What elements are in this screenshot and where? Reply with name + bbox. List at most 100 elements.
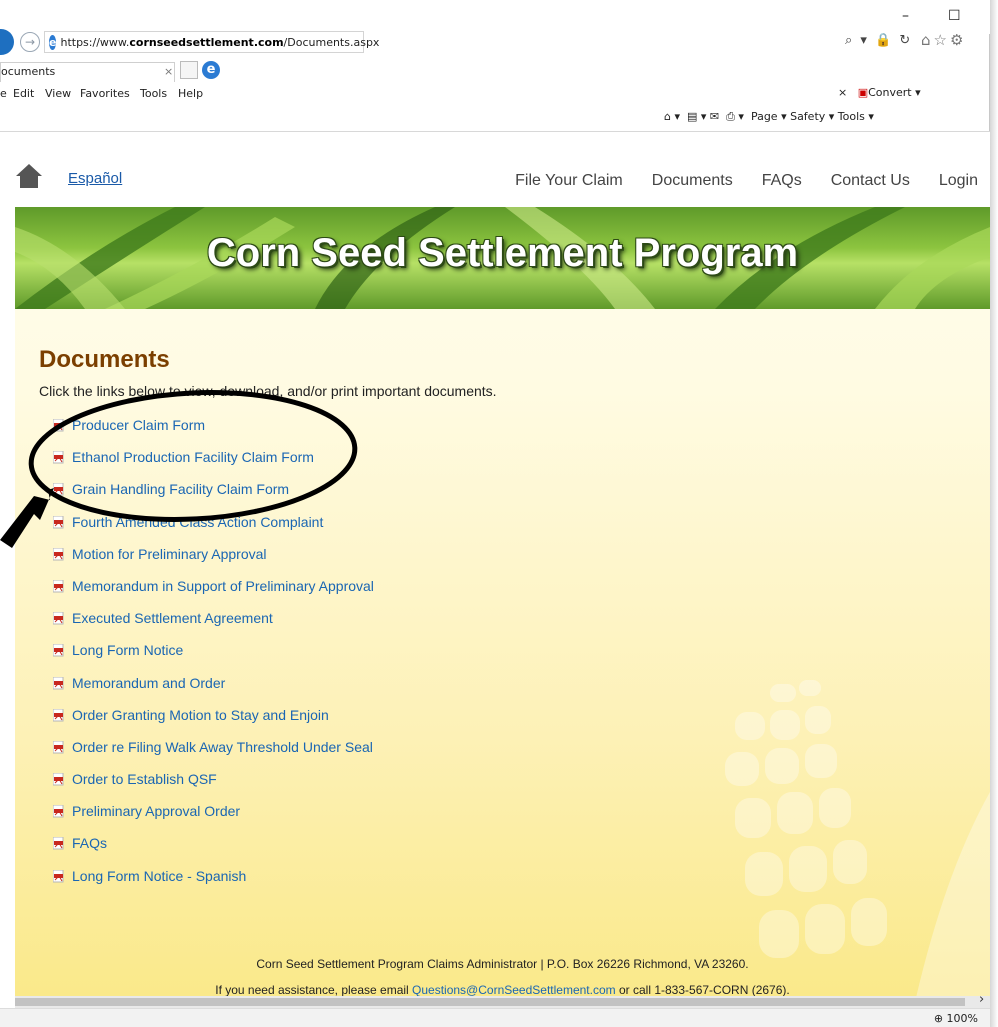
hero-banner: Corn Seed Settlement Program [15,207,990,309]
page-title: Documents [39,346,170,373]
nav-faqs[interactable]: FAQs [762,172,802,190]
pdf-icon [53,547,64,561]
footer-contact-suffix: or call 1-833-567-CORN (2676). [615,983,790,996]
document-link[interactable]: Grain Handling Facility Claim Form [72,481,289,497]
document-link[interactable]: Motion for Preliminary Approval [72,546,267,562]
document-list-item: Long Form Notice - Spanish [39,868,939,900]
pdf-icon [53,515,64,529]
menu-edit[interactable]: Edit [13,87,34,100]
command-bar-items[interactable]: ⌂ ▾ ▤ ▾ ✉ ⎙ ▾ Page ▾ Safety ▾ Tools ▾ [664,110,874,124]
footer-contact: If you need assistance, please email Que… [15,983,990,996]
tab-close-icon[interactable]: × [164,63,173,81]
document-list-item: Long Form Notice [39,642,939,674]
document-list-item: Preliminary Approval Order [39,803,939,835]
document-link[interactable]: Ethanol Production Facility Claim Form [72,449,314,465]
convert-label[interactable]: Convert [868,86,912,99]
intro-text: Click the links below to view, download,… [39,383,497,399]
document-link[interactable]: Fourth Amended Class Action Complaint [72,514,323,530]
document-list-item: Ethanol Production Facility Claim Form [39,449,939,481]
window-shadow [990,0,998,1027]
zoom-value: 100% [946,1012,978,1025]
forward-button[interactable]: → [20,32,40,52]
zoom-level[interactable]: ⊕ 100% [934,1012,978,1025]
document-list-item: Grain Handling Facility Claim Form [39,481,939,513]
site-header: Español File Your Claim Documents FAQs C… [15,132,990,207]
pdf-icon [53,837,64,850]
document-link[interactable]: Executed Settlement Agreement [72,610,273,626]
pdf-icon [53,483,64,496]
document-list-item: Order to Establish QSF [39,771,939,803]
pdf-convert-icon: ▣ [857,86,869,99]
document-link[interactable]: Producer Claim Form [72,417,205,433]
home-favorites-settings-icons[interactable]: ⌂☆⚙ [921,31,966,49]
browser-window: – ☐ → e https://www.cornseedsettlement.c… [0,0,990,1027]
document-link[interactable]: FAQs [72,835,107,851]
scrollbar-thumb[interactable] [15,998,965,1006]
pdf-icon [53,579,64,593]
pdf-icon [53,740,64,754]
document-list-item: FAQs [39,835,939,867]
document-list-item: Motion for Preliminary Approval [39,546,939,578]
tab-row: ocuments × [0,58,990,82]
document-list-item: Order Granting Motion to Stay and Enjoin [39,707,939,739]
menu-tools[interactable]: Tools [140,87,167,100]
convert-toolbar[interactable]: × ▣Convert ▾ [838,86,921,99]
convert-close-icon[interactable]: × [838,86,847,99]
address-url[interactable]: https://www.cornseedsettlement.com/Docum… [60,36,379,49]
home-icon[interactable] [15,163,43,189]
pdf-icon [53,612,64,625]
scroll-right-icon[interactable]: › [979,992,984,1007]
document-link[interactable]: Long Form Notice - Spanish [72,868,246,884]
document-list-item: Producer Claim Form [39,417,939,449]
tab-documents[interactable]: ocuments × [0,62,175,82]
pdf-icon [53,773,64,786]
nav-login[interactable]: Login [939,172,978,190]
command-bar: ⌂ ▾ ▤ ▾ ✉ ⎙ ▾ Page ▾ Safety ▾ Tools ▾ [0,106,990,132]
document-link[interactable]: Order Granting Motion to Stay and Enjoin [72,707,329,723]
command-bar-labels[interactable]: Page ▾ Safety ▾ Tools ▾ [751,110,874,123]
banner-title: Corn Seed Settlement Program [206,231,799,275]
pdf-icon [53,869,64,883]
footer-address: Corn Seed Settlement Program Claims Admi… [256,957,749,971]
ie-tab-icon: e [202,61,220,79]
menu-file[interactable]: e [0,87,7,100]
pdf-icon [53,676,64,689]
document-link[interactable]: Order to Establish QSF [72,771,217,787]
document-list-item: Executed Settlement Agreement [39,610,939,642]
top-nav: File Your Claim Documents FAQs Contact U… [515,172,978,190]
document-list-item: Memorandum and Order [39,675,939,707]
pdf-icon [53,419,64,432]
menu-favorites[interactable]: Favorites [80,87,130,100]
document-link[interactable]: Long Form Notice [72,642,183,658]
web-page: Español File Your Claim Documents FAQs C… [15,132,990,996]
document-link[interactable]: Memorandum and Order [72,675,225,691]
pdf-icon [53,644,64,657]
tab-title: ocuments [1,65,56,78]
footer-email-link[interactable]: Questions@CornSeedSettlement.com [412,983,616,996]
address-bar[interactable]: e https://www.cornseedsettlement.com/Doc… [44,31,379,53]
ie-logo-icon: e [49,34,57,50]
document-list: Producer Claim Form Ethanol Production Fa… [39,417,939,900]
footer-contact-prefix: If you need assistance, please email [215,983,413,996]
menu-bar: e Edit View Favorites Tools Help × ▣Conv… [0,84,990,104]
document-link[interactable]: Preliminary Approval Order [72,803,240,819]
pdf-icon [53,805,64,818]
menu-view[interactable]: View [45,87,71,100]
horizontal-scrollbar[interactable]: › [15,992,990,1008]
new-tab-button[interactable] [180,61,198,79]
minimize-button[interactable]: – [902,8,909,24]
maximize-button[interactable]: ☐ [948,8,961,24]
pdf-icon [53,451,64,464]
nav-file-your-claim[interactable]: File Your Claim [515,172,623,190]
menu-help[interactable]: Help [178,87,203,100]
document-link[interactable]: Order re Filing Walk Away Threshold Unde… [72,739,373,755]
espanol-link[interactable]: Español [68,170,122,187]
address-actions[interactable]: ⌕ ▾ 🔒 ↻ [845,33,912,48]
title-bar: – ☐ [0,0,990,34]
nav-documents[interactable]: Documents [652,172,733,190]
document-link[interactable]: Memorandum in Support of Preliminary App… [72,578,374,594]
status-bar: ⊕ 100% [0,1008,990,1027]
document-list-item: Fourth Amended Class Action Complaint [39,514,939,546]
document-list-item: Memorandum in Support of Preliminary App… [39,578,939,610]
nav-contact-us[interactable]: Contact Us [831,172,910,190]
